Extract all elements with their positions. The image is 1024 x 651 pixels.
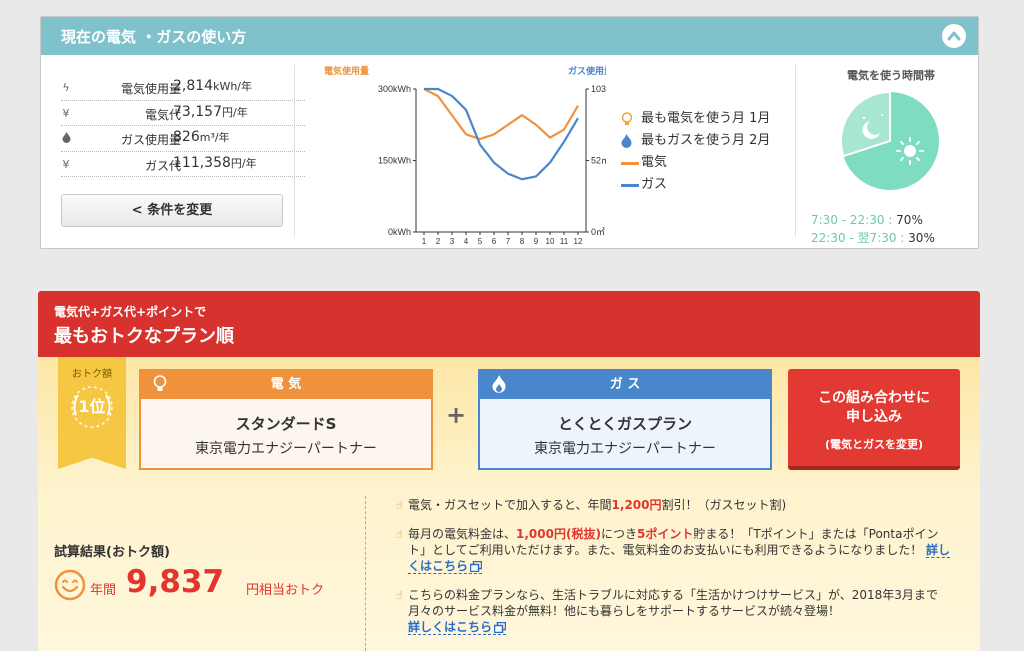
stat-label: ガス使用量 [120,133,181,147]
time-band-night: 22:30 - 翌7:30 : 30% [811,231,935,245]
electric-plan-card[interactable]: 電 気 スタンダードS 東京電力エナジーパートナー [139,369,433,470]
thumbs-up-icon: ☝ [396,589,403,602]
legend-elec: 電気 [621,153,770,175]
lightbulb-icon [621,112,633,125]
time-band: 電気を使う時間帯 7:30 - 22:30 : 70% 22:30 - 翌7:3… [805,65,977,245]
x-tick-label: 5 [478,237,483,246]
chevron-up-icon [947,31,961,41]
benefit-item: ☝ 毎月の電気料金は、1,000円(税抜)につき5ポイント貯まる！「Tポイント」… [396,527,951,574]
gas-plan-company: 東京電力エナジーパートナー [534,441,716,457]
right-tick-label: 103㎥ [591,84,606,94]
electric-plan-head: 電 気 [141,371,431,399]
usage-header: 現在の電気 ・ガスの使い方 [41,17,978,55]
stat-row: ¥ 電気代 73,157円/年 [61,101,305,126]
result-title: 試算結果(おトク額) [54,545,170,560]
plan-section: 電気代+ガス代+ポイントで 最もおトクなプラン順 おトク額 1位 電 気 スタン… [38,291,980,651]
result-amount: 9,837 [126,564,225,600]
flame-icon [61,132,71,146]
lightning-icon: ϟ [62,81,70,94]
plan-title: 最もおトクなプラン順 [54,326,234,347]
x-tick-label: 11 [560,237,569,246]
usage-stats: ϟ 電気使用量 2,814kWh/年 ¥ 電気代 73,157円/年 ガス使用量… [61,75,305,177]
usage-chart: 電気使用量 ガス使用量 300kWh150kWh0kWh103㎥52㎥0㎥123… [316,62,615,247]
electric-plan-name: スタンダードS [235,415,337,433]
right-tick-label: 0㎥ [591,227,605,237]
benefit-item: ☝ 電気・ガスセットで加入すると、年間1,200円割引！（ガスセット割) [396,498,787,512]
time-band-pie [840,91,939,190]
change-conditions-button[interactable]: < 条件を変更 [61,194,283,227]
left-axis-label: 電気使用量 [324,65,369,76]
stat-value: 826m³/年 [173,129,230,145]
gas-plan-card[interactable]: ガ ス とくとくガスプラン 東京電力エナジーパートナー [478,369,772,470]
legend-gas: ガス [621,175,770,197]
series-line-electric [423,88,579,141]
legend-line-gas [621,184,639,187]
usage-title: 現在の電気 ・ガスの使い方 [61,28,247,46]
left-tick-label: 300kWh [378,84,411,94]
right-tick-label: 52㎥ [591,156,606,166]
usage-card: 現在の電気 ・ガスの使い方 ϟ 電気使用量 2,814kWh/年 ¥ 電気代 7… [40,16,979,249]
thumbs-up-icon: ☝ [396,528,403,541]
result-row: 年間 9,837 円相当おトク [54,563,354,603]
stat-value: 2,814kWh/年 [173,78,253,94]
x-tick-label: 2 [436,237,441,246]
right-axis-label: ガス使用量 [568,65,606,76]
x-tick-label: 10 [546,237,555,246]
electric-plan-company: 東京電力エナジーパートナー [195,441,377,457]
usage-chart-svg: 電気使用量 ガス使用量 300kWh150kWh0kWh103㎥52㎥0㎥123… [324,65,615,246]
left-tick-label: 150kWh [378,156,411,166]
sun-icon [896,137,924,165]
stat-value: 73,157円/年 [173,103,248,120]
legend-max-gas: 最もガスを使う月 2月 [621,131,770,153]
x-tick-label: 7 [506,237,511,246]
gas-plan-head: ガ ス [480,371,770,399]
yen-icon: ¥ [62,106,70,120]
apply-button[interactable]: この組み合わせに 申し込み (電気とガスを変更) [788,369,960,470]
divider [294,65,295,237]
result-block: 試算結果(おトク額) 年間 9,837 円相当おトク [54,541,324,601]
x-tick-label: 1 [422,237,427,246]
legend-max-elec: 最も電気を使う月 1月 [621,109,770,131]
plan-subtitle: 電気代+ガス代+ポイントで [54,305,207,319]
divider [795,65,796,237]
gas-plan-name: とくとくガスプラン [557,415,693,433]
time-band-title: 電気を使う時間帯 [847,69,935,82]
plan-header: 電気代+ガス代+ポイントで 最もおトクなプラン順 [38,291,980,357]
x-tick-label: 6 [492,237,497,246]
collapse-button[interactable] [942,24,966,48]
plus-sign: + [446,401,467,429]
time-band-day: 7:30 - 22:30 : 70% [811,213,923,227]
rank-badge: おトク額 1位 [58,357,126,469]
flame-icon [621,134,632,148]
flame-icon [492,375,506,393]
benefit-item: ☝ こちらの料金プランなら、生活トラブルに対応する「生活かけつけサービス」が、2… [396,588,938,635]
details-link[interactable]: 詳しくはこちら [408,620,507,635]
left-tick-label: 0kWh [388,227,411,237]
divider [365,496,366,651]
thumbs-up-icon: ☝ [396,499,403,512]
chart-legend: 最も電気を使う月 1月 最もガスを使う月 2月 電気 ガス [621,109,770,197]
benefits-list: ☝ 電気・ガスセットで加入すると、年間1,200円割引！（ガスセット割) ☝ 毎… [396,497,956,648]
external-link-icon [494,622,507,633]
stat-value: 111,358円/年 [173,154,257,171]
stat-row: ¥ ガス代 111,358円/年 [61,152,305,177]
rank-label: おトク額 [72,369,112,380]
result-suffix: 円相当おトク [246,583,325,598]
external-link-icon [470,561,483,572]
lightbulb-icon [153,375,167,391]
stat-row: ϟ 電気使用量 2,814kWh/年 [61,75,305,101]
x-tick-label: 4 [464,237,469,246]
smile-icon [54,569,86,601]
x-tick-label: 9 [534,237,539,246]
stat-row: ガス使用量 826m³/年 [61,126,305,152]
x-tick-label: 8 [520,237,525,246]
result-year: 年間 [90,583,117,598]
yen-icon: ¥ [62,157,70,171]
stat-label: 電気使用量 [120,82,181,96]
rank-number: 1位 [78,397,106,416]
x-tick-label: 3 [450,237,455,246]
x-tick-label: 12 [574,237,583,246]
legend-line-elec [621,162,639,165]
